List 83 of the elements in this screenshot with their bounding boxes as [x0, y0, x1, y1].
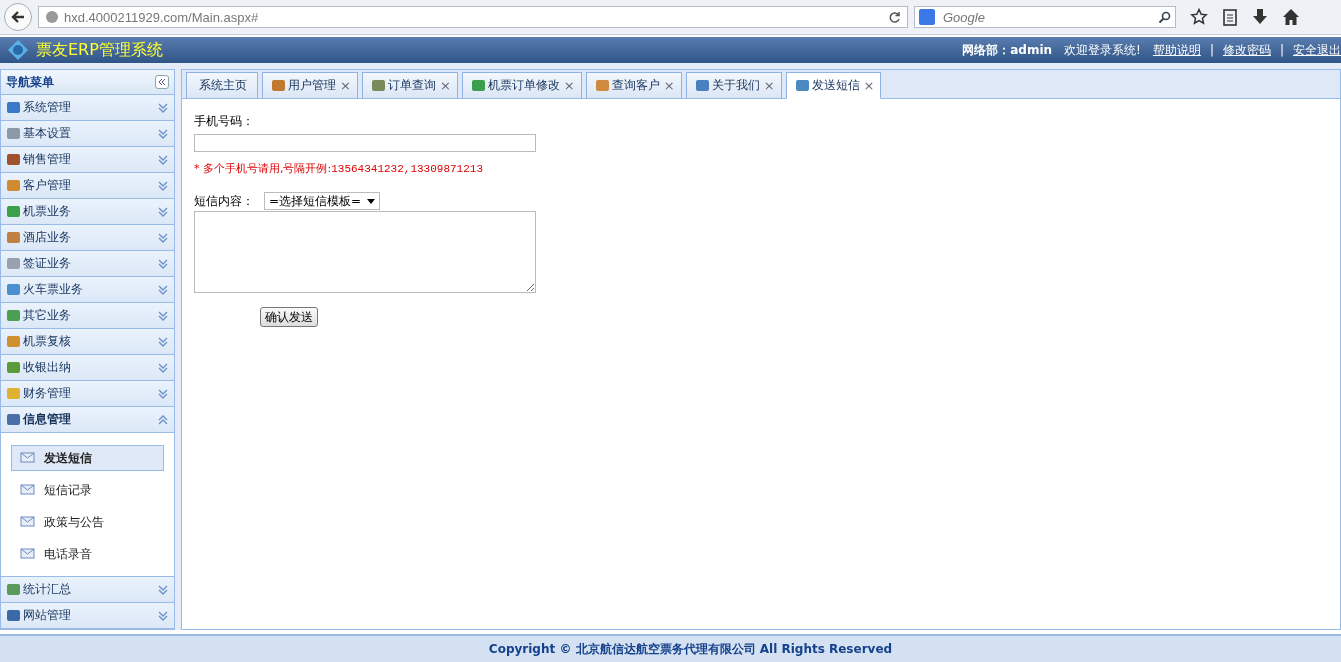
template-select[interactable]: =选择短信模板=	[264, 192, 381, 210]
home-icon[interactable]	[1282, 8, 1300, 26]
close-icon[interactable]: ×	[763, 78, 775, 93]
nav-group[interactable]: 机票业务	[1, 199, 174, 225]
chevron-down-icon[interactable]	[157, 335, 169, 348]
nav-group[interactable]: 客户管理	[1, 173, 174, 199]
nav-group[interactable]: 统计汇总	[1, 577, 174, 603]
phone-input[interactable]	[194, 134, 536, 152]
close-icon[interactable]: ×	[340, 78, 351, 93]
nav-item[interactable]: 电话录音	[11, 541, 164, 567]
chevron-down-icon[interactable]	[157, 583, 169, 596]
tab[interactable]: 机票订单修改 ×	[461, 72, 582, 98]
nav-group[interactable]: 机票复核	[1, 329, 174, 355]
tab[interactable]: 订单查询 ×	[361, 72, 458, 98]
envelope-icon	[20, 483, 36, 497]
app-title: 票友ERP管理系统	[36, 39, 164, 61]
reload-icon[interactable]	[888, 10, 901, 24]
copyright-text: Copyright © 北京航信达航空票务代理有限公司 All Rights Reserved	[487, 640, 893, 658]
hint-text: * 多个手机号请用,号隔开例:13564341232,13309871213	[194, 161, 484, 176]
logo-icon	[8, 40, 28, 60]
chevron-down-icon[interactable]	[157, 257, 169, 270]
nav-group[interactable]: 签证业务	[1, 251, 174, 277]
nav-group[interactable]: 信息管理	[1, 407, 174, 433]
nav-item[interactable]: 短信记录	[11, 477, 164, 503]
nav-group[interactable]: 其它业务	[1, 303, 174, 329]
link-separator: |	[1209, 43, 1214, 57]
chevron-down-icon[interactable]	[157, 309, 169, 322]
nav-group[interactable]: 收银出纳	[1, 355, 174, 381]
chevron-down-icon[interactable]	[157, 361, 169, 374]
nav-group[interactable]: 系统管理	[1, 95, 174, 121]
chevron-down-icon[interactable]	[157, 101, 169, 114]
caret-icon	[367, 198, 376, 204]
tab[interactable]: 关于我们 ×	[685, 72, 782, 98]
send-button[interactable]: 确认发送	[260, 307, 318, 327]
chevron-down-icon[interactable]	[157, 609, 169, 622]
download-icon[interactable]	[1252, 8, 1268, 26]
chevron-down-icon[interactable]	[157, 127, 169, 140]
phone-label: 手机号码：	[194, 113, 254, 130]
search-field[interactable]: Google	[914, 6, 1176, 28]
url-text: hxd.4000211929.com/Main.aspx#	[64, 9, 259, 25]
header-link[interactable]: 安全退出	[1293, 41, 1341, 59]
nav-group[interactable]: 财务管理	[1, 381, 174, 407]
arrow-left-icon	[10, 9, 26, 25]
content-label: 短信内容：	[194, 192, 254, 210]
welcome-text: 欢迎登录系统!	[1064, 41, 1141, 59]
nav-group[interactable]: 销售管理	[1, 147, 174, 173]
double-chevron-left-icon	[157, 77, 167, 87]
envelope-icon	[20, 547, 36, 561]
nav-item[interactable]: 发送短信	[11, 445, 164, 471]
search-icon[interactable]	[1158, 10, 1171, 24]
nav-title: 导航菜单	[6, 73, 54, 91]
chevron-down-icon[interactable]	[157, 387, 169, 400]
user-name: 网络部：admin	[962, 41, 1053, 59]
close-icon[interactable]: ×	[439, 78, 451, 93]
message-textarea[interactable]	[194, 211, 536, 293]
chevron-down-icon[interactable]	[157, 179, 169, 192]
tab[interactable]: 用户管理 ×	[262, 72, 358, 98]
chevron-down-icon[interactable]	[157, 283, 169, 296]
chevron-down-icon[interactable]	[157, 205, 169, 218]
close-icon[interactable]: ×	[863, 78, 875, 93]
chevron-down-icon[interactable]	[157, 231, 169, 244]
back-button[interactable]	[4, 3, 32, 31]
nav-item[interactable]: 政策与公告	[11, 509, 164, 535]
tab[interactable]: 发送短信 ×	[785, 72, 882, 99]
header-link[interactable]: 修改密码	[1222, 41, 1271, 59]
link-separator: |	[1279, 43, 1284, 57]
clipboard-icon[interactable]	[1222, 8, 1238, 26]
envelope-icon	[20, 515, 36, 529]
close-icon[interactable]: ×	[663, 78, 675, 93]
nav-group[interactable]: 火车票业务	[1, 277, 174, 303]
tab[interactable]: 查询客户 ×	[585, 72, 682, 98]
nav-group[interactable]: 酒店业务	[1, 225, 174, 251]
chevron-down-icon[interactable]	[157, 153, 169, 166]
nav-group[interactable]: 网站管理	[1, 603, 174, 629]
star-icon[interactable]	[1190, 8, 1208, 26]
close-icon[interactable]: ×	[563, 78, 575, 93]
envelope-icon	[20, 451, 36, 465]
tab[interactable]: 系统主页	[186, 72, 258, 98]
collapse-button[interactable]	[155, 75, 169, 89]
nav-group[interactable]: 基本设置	[1, 121, 174, 147]
address-bar[interactable]: hxd.4000211929.com/Main.aspx#	[38, 6, 908, 28]
chevron-up-icon[interactable]	[157, 413, 169, 426]
header-link[interactable]: 帮助说明	[1152, 41, 1201, 59]
